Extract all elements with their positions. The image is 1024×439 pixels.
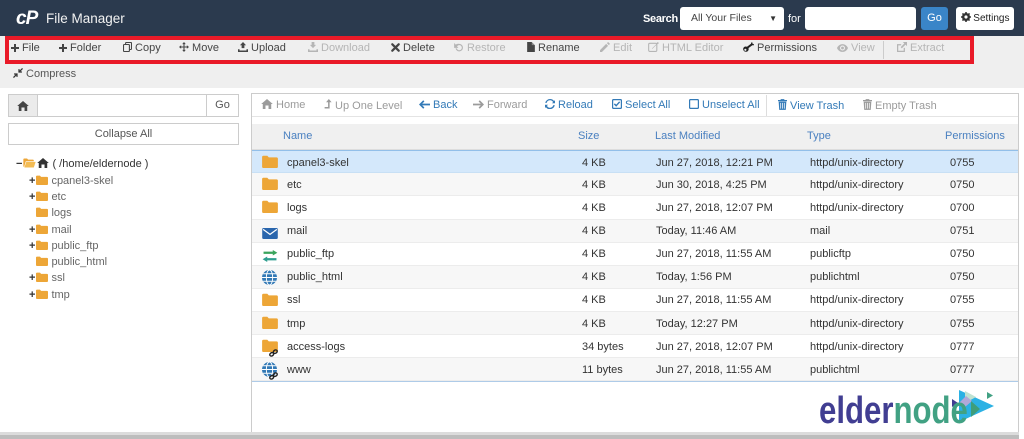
svg-text:eldernode: eldernode [819, 390, 968, 432]
